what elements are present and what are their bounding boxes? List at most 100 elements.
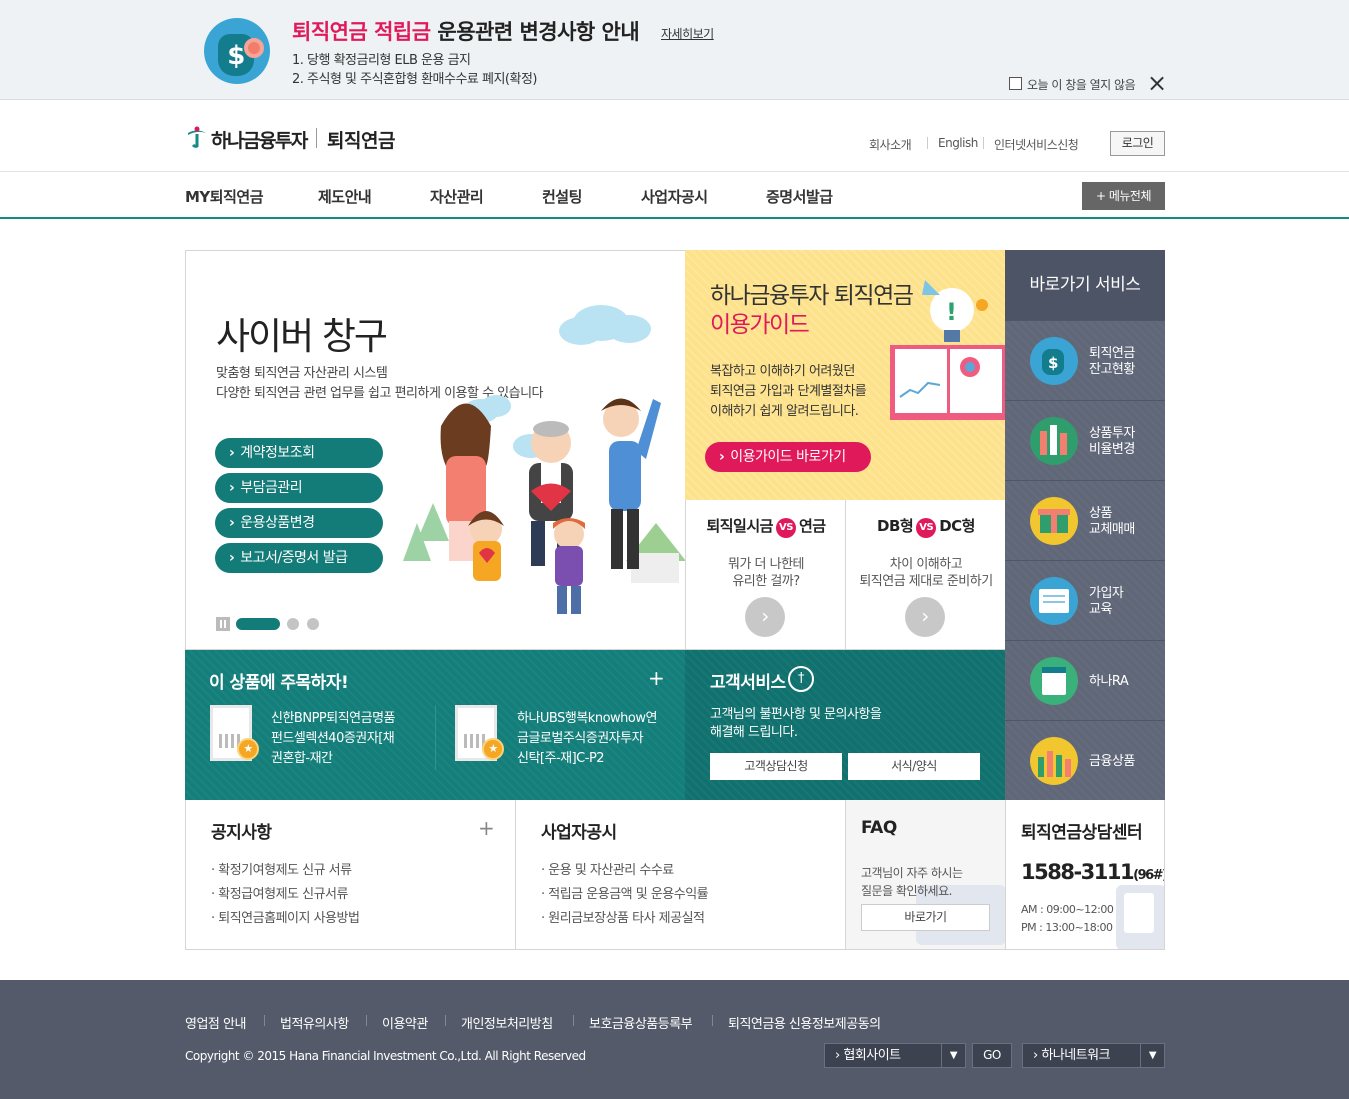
dont-show-checkbox[interactable]	[1009, 77, 1022, 90]
nav-asset-management[interactable]: 자산관리	[430, 186, 484, 207]
slide-indicator[interactable]	[287, 618, 299, 630]
notice-line: 2. 주식형 및 주식혼합형 환매수수료 폐지(확정)	[292, 72, 538, 87]
center-title: 퇴직연금상담센터	[1021, 823, 1143, 843]
user-guide-panel: 하나금융투자 퇴직연금 이용가이드 복잡하고 이해하기 어려웠던 퇴직연금 가입…	[685, 250, 1005, 500]
forms-button[interactable]: 서식/양식	[848, 753, 980, 780]
phone-icon	[1116, 885, 1164, 949]
hana-logo-icon: †	[788, 666, 814, 692]
logo-subtitle[interactable]: 퇴직연금	[327, 126, 395, 153]
guide-desc: 이해하기 쉽게 알려드립니다.	[710, 404, 859, 419]
list-item[interactable]: · 적립금 운용금액 및 운용수익률	[541, 883, 709, 902]
vs-badge: VS	[916, 518, 937, 538]
slide-indicator-active[interactable]	[236, 618, 280, 630]
close-icon[interactable]: ×	[1147, 71, 1167, 95]
notice-title-rest: 운용관련 변경사항 안내	[430, 20, 640, 44]
association-site-select[interactable]: › 협회사이트 ▼	[824, 1043, 966, 1068]
notice-line: 1. 당행 확정금리형 ELB 운용 금지	[292, 53, 471, 68]
footer-divider	[445, 1015, 446, 1026]
shortcut-item-financial-products[interactable]: 금융상품	[1005, 720, 1165, 800]
center-hours: AM : 09:00~12:00	[1021, 903, 1114, 916]
shortcut-item-hana-ra[interactable]: 하나RA	[1005, 640, 1165, 720]
product-name[interactable]: 펀드셀렉션40증권자[채	[271, 729, 395, 749]
nav-certificate[interactable]: 증명서발급	[766, 186, 833, 207]
login-button[interactable]: 로그인	[1110, 131, 1165, 156]
compare-title: 퇴직일시금 VS 연금	[686, 515, 846, 538]
footer-link-credit-info[interactable]: 퇴직연금용 신용정보제공동의	[728, 1013, 881, 1032]
dont-show-label: 오늘 이 창을 열지 않음	[1027, 78, 1136, 92]
chevron-right-icon[interactable]: ›	[905, 597, 945, 637]
notice-more-link[interactable]: 자세히보기	[661, 25, 714, 42]
footer-link-privacy[interactable]: 개인정보처리방침	[461, 1013, 553, 1032]
shortcut-item-balance[interactable]: $ 퇴직연금 잔고현황	[1005, 320, 1165, 400]
footer-link-branches[interactable]: 영업점 안내	[185, 1013, 246, 1032]
chevron-down-icon: ▼	[941, 1044, 965, 1067]
footer-divider	[712, 1015, 713, 1026]
contribution-button[interactable]: › 부담금관리	[215, 473, 383, 503]
product-name[interactable]: 금글로벌주식증권자투자	[517, 729, 644, 749]
compare-lumpsum-vs-pension[interactable]: 퇴직일시금 VS 연금 뭐가 더 나한테 유리한 걸까? ›	[685, 500, 845, 650]
education-icon	[1030, 577, 1078, 625]
report-certificate-button[interactable]: › 보고서/증명서 발급	[215, 543, 383, 573]
product-name[interactable]: 신한BNPP퇴직연금명품	[271, 709, 396, 729]
gear-icon	[244, 38, 264, 58]
compare-db-vs-dc[interactable]: DB형 VS DC형 차이 이해하고 퇴직연금 제대로 준비하기 ›	[845, 500, 1005, 650]
notice-title: 퇴직연금 적립금 운용관련 변경사항 안내	[292, 16, 640, 46]
compare-desc: 유리한 걸까?	[732, 574, 800, 589]
notice-title-highlight: 퇴직연금 적립금	[292, 20, 431, 44]
list-item[interactable]: · 원리금보장상품 타사 제공실적	[541, 907, 705, 926]
logo-divider	[316, 128, 317, 148]
guide-go-button[interactable]: › 이용가이드 바로가기	[705, 442, 871, 472]
lightbulb-book-icon: !	[890, 280, 1005, 420]
footer-link-terms[interactable]: 이용약관	[382, 1013, 428, 1032]
vs-badge: VS	[775, 518, 796, 538]
footer-link-legal[interactable]: 법적유의사항	[280, 1013, 349, 1032]
util-link-company[interactable]: 회사소개	[869, 136, 912, 153]
hero-desc: 맞춤형 퇴직연금 자산관리 시스템	[216, 366, 388, 381]
plus-icon[interactable]: +	[478, 816, 495, 840]
nav-my-pension[interactable]: MY퇴직연금	[185, 186, 264, 207]
nav-business-disclosure[interactable]: 사업자공시	[641, 186, 708, 207]
chevron-down-icon: ▼	[1140, 1044, 1164, 1067]
biz-board-title: 사업자공시	[541, 823, 617, 843]
faq-panel: FAQ 고객님이 자주 하시는 질문을 확인하세요. 바로가기	[845, 800, 1005, 950]
plus-icon[interactable]: +	[648, 666, 665, 690]
cs-desc: 고객님의 불편사항 및 문의사항을	[710, 707, 882, 722]
nav-consulting[interactable]: 컨설팅	[542, 186, 582, 207]
shortcut-item-exchange[interactable]: 상품 교체매매	[1005, 480, 1165, 560]
all-menu-button[interactable]: + 메뉴전체	[1082, 182, 1165, 210]
notice-board: 공지사항 + · 확정기여형제도 신규 서류 · 확정급여형제도 신규서류 · …	[185, 800, 515, 950]
product-name[interactable]: 권혼합-재간	[271, 749, 333, 769]
hana-network-select[interactable]: › 하나네트워크 ▼	[1022, 1043, 1165, 1068]
logo-text[interactable]: 하나금융투자	[211, 126, 308, 153]
list-item[interactable]: · 퇴직연금홈페이지 사용방법	[211, 907, 360, 926]
product-name[interactable]: 하나UBS행복knowhow연	[517, 709, 657, 729]
footer-divider	[573, 1015, 574, 1026]
list-item[interactable]: · 확정급여형제도 신규서류	[211, 883, 348, 902]
contract-inquiry-button[interactable]: › 계약정보조회	[215, 438, 383, 468]
shortcut-item-ratio-change[interactable]: 상품투자 비율변경	[1005, 400, 1165, 480]
consultation-request-button[interactable]: 고객상담신청	[710, 753, 842, 780]
guide-subtitle: 이용가이드	[710, 312, 810, 338]
nav-system-guide[interactable]: 제도안내	[318, 186, 372, 207]
faq-go-button[interactable]: 바로가기	[861, 904, 990, 931]
customer-service-panel: 고객서비스 † 고객님의 불편사항 및 문의사항을 해결해 드립니다. 고객상담…	[685, 650, 1005, 800]
list-item[interactable]: · 운용 및 자산관리 수수료	[541, 859, 674, 878]
chevron-right-icon[interactable]: ›	[745, 597, 785, 637]
util-link-english[interactable]: English	[938, 136, 978, 150]
main-nav: MY퇴직연금 제도안내 자산관리 컨설팅 사업자공시 증명서발급 + 메뉴전체	[0, 171, 1349, 219]
shortcut-item-education[interactable]: 가입자 교육	[1005, 560, 1165, 640]
slide-pause-icon[interactable]	[216, 617, 230, 631]
notice-board-title: 공지사항	[211, 823, 272, 843]
product-name[interactable]: 신탁[주-재]C-P2	[517, 749, 605, 769]
util-divider	[983, 137, 984, 149]
product-change-button[interactable]: › 운용상품변경	[215, 508, 383, 538]
slide-indicator[interactable]	[307, 618, 319, 630]
go-button[interactable]: GO	[972, 1043, 1012, 1068]
shortcut-service-panel: 바로가기 서비스 $ 퇴직연금 잔고현황 상품투자 비율변경 상품 교체매매 가…	[1005, 250, 1165, 800]
center-phone: 1588-3111(96#)	[1021, 860, 1165, 884]
medal-icon: ★	[237, 738, 259, 760]
util-link-internet-service[interactable]: 인터넷서비스신청	[994, 136, 1079, 153]
featured-products-panel: 이 상품에 주목하자! + ★ 신한BNPP퇴직연금명품 펀드셀렉션40증권자[…	[185, 650, 685, 800]
list-item[interactable]: · 확정기여형제도 신규 서류	[211, 859, 352, 878]
footer-link-protected-products[interactable]: 보호금융상품등록부	[589, 1013, 693, 1032]
